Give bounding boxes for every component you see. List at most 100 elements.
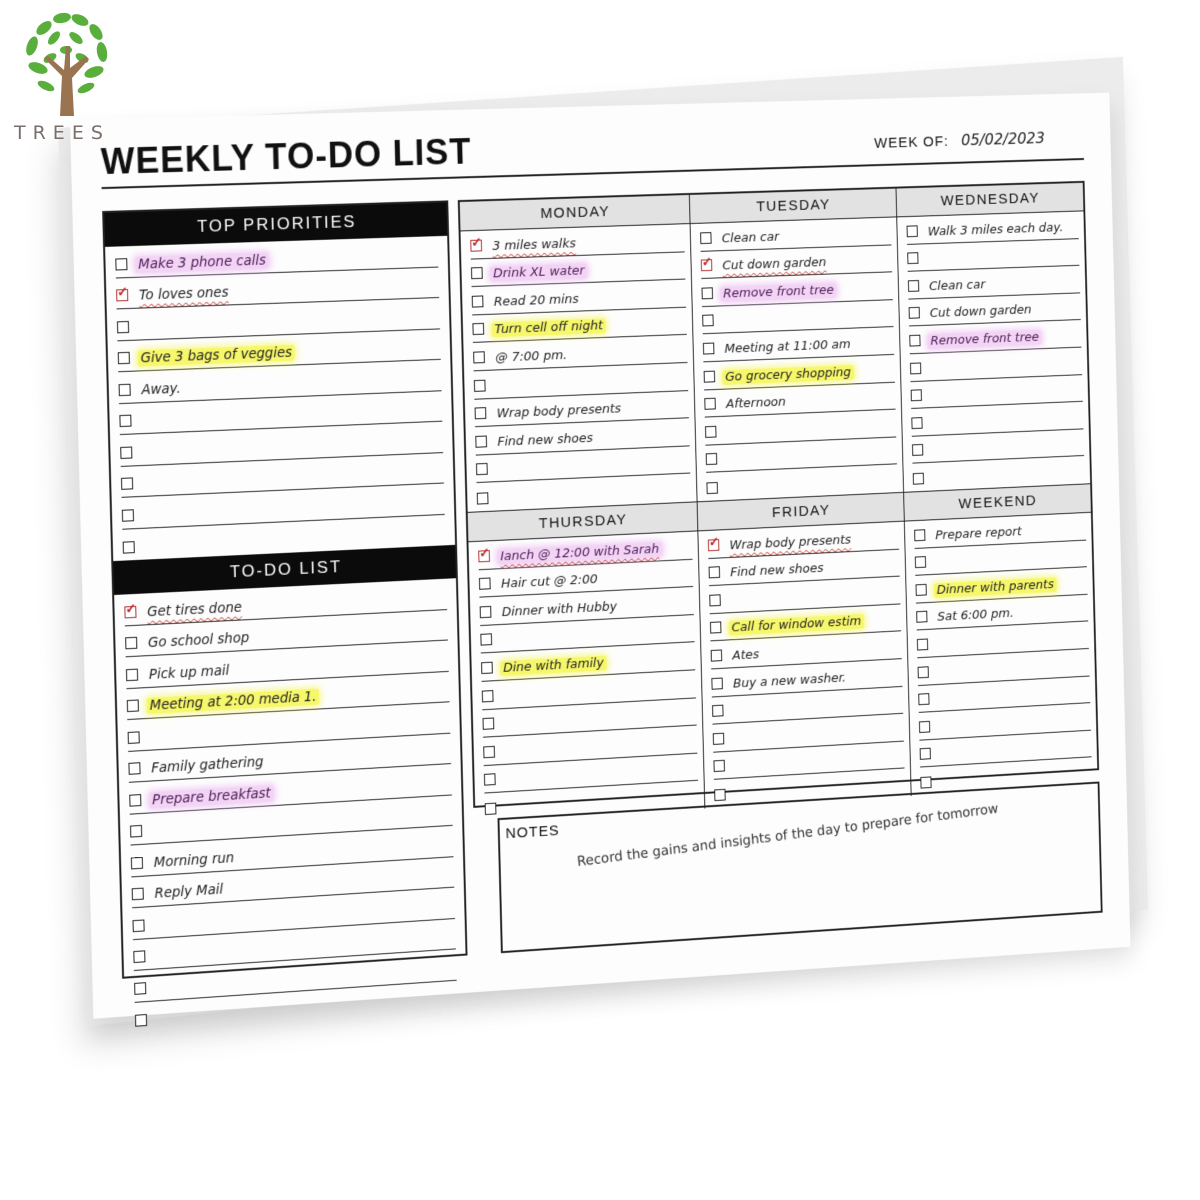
checkbox-icon[interactable]: [120, 446, 133, 459]
checkbox-icon[interactable]: [128, 762, 141, 775]
checkbox-checked-icon[interactable]: [470, 239, 483, 252]
list-item-text[interactable]: Remove front tree: [720, 282, 837, 302]
checkbox-icon[interactable]: [476, 492, 489, 505]
list-item-text[interactable]: Afternoon: [723, 395, 789, 412]
checkbox-icon[interactable]: [705, 453, 718, 466]
checkbox-icon[interactable]: [914, 528, 926, 541]
checkbox-icon[interactable]: [134, 981, 147, 995]
list-item-text[interactable]: Go grocery shopping: [722, 364, 854, 385]
checkbox-icon[interactable]: [115, 257, 128, 271]
checkbox-icon[interactable]: [704, 397, 716, 410]
checkbox-icon[interactable]: [906, 224, 918, 237]
checkbox-icon[interactable]: [472, 323, 485, 336]
checkbox-icon[interactable]: [912, 472, 925, 485]
list-item-text[interactable]: Find new shoes: [494, 431, 595, 450]
checkbox-icon[interactable]: [127, 730, 140, 744]
list-item-text[interactable]: Reply Mail: [151, 881, 226, 902]
checkbox-icon[interactable]: [133, 950, 146, 964]
list-item-text[interactable]: Give 3 bags of veggies: [137, 344, 295, 367]
checkbox-icon[interactable]: [709, 621, 722, 634]
checkbox-icon[interactable]: [117, 351, 130, 365]
checkbox-icon[interactable]: [482, 717, 495, 730]
list-item-text[interactable]: Clean car: [719, 229, 782, 246]
list-item-text[interactable]: Remove front tree: [927, 330, 1042, 349]
checkbox-icon[interactable]: [481, 661, 493, 674]
list-item-text[interactable]: Cut down garden: [719, 255, 829, 274]
list-item-text[interactable]: To loves ones: [136, 285, 232, 304]
checkbox-icon[interactable]: [911, 416, 923, 429]
checkbox-icon[interactable]: [480, 633, 493, 646]
checkbox-icon[interactable]: [710, 649, 723, 662]
checkbox-icon[interactable]: [714, 788, 726, 801]
checkbox-icon[interactable]: [700, 231, 712, 244]
checkbox-icon[interactable]: [470, 267, 483, 280]
checkbox-icon[interactable]: [706, 481, 718, 495]
checkbox-icon[interactable]: [713, 760, 725, 773]
list-item-text[interactable]: Wrap body presents: [727, 532, 854, 553]
checkbox-icon[interactable]: [473, 351, 485, 364]
list-item-text[interactable]: Dinner with Hubby: [499, 599, 620, 620]
checkbox-icon[interactable]: [471, 295, 484, 308]
checkbox-icon[interactable]: [916, 610, 928, 624]
checkbox-icon[interactable]: [132, 918, 145, 932]
checkbox-icon[interactable]: [473, 379, 486, 392]
list-item-text[interactable]: Ianch @ 12:00 with Sarah: [497, 541, 663, 564]
checkbox-icon[interactable]: [712, 704, 724, 717]
list-item-text[interactable]: Family gathering: [148, 754, 267, 777]
checkbox-icon[interactable]: [920, 776, 932, 789]
checkbox-icon[interactable]: [708, 566, 721, 579]
checkbox-icon[interactable]: [711, 677, 723, 690]
list-item-text[interactable]: Dine with family: [500, 655, 607, 676]
checkbox-icon[interactable]: [475, 435, 488, 448]
checkbox-icon[interactable]: [116, 320, 130, 333]
list-item-text[interactable]: Pick up mail: [146, 662, 233, 682]
checkbox-icon[interactable]: [121, 508, 134, 522]
checkbox-icon[interactable]: [118, 383, 131, 396]
checkbox-icon[interactable]: [917, 665, 929, 678]
checkbox-icon[interactable]: [910, 389, 922, 402]
list-item-text[interactable]: Read 20 mins: [491, 292, 582, 310]
checkbox-icon[interactable]: [484, 802, 497, 815]
list-item-text[interactable]: Drink XL water: [490, 263, 588, 282]
week-of-value[interactable]: 05/02/2023: [961, 129, 1045, 150]
checkbox-checked-icon[interactable]: [707, 538, 720, 551]
list-item-text[interactable]: Away.: [138, 380, 184, 398]
checkbox-icon[interactable]: [702, 342, 715, 355]
list-item-text[interactable]: Buy a new washer.: [730, 670, 849, 691]
list-item-text[interactable]: Clean car: [926, 277, 988, 294]
list-item-text[interactable]: Sat 6:00 pm.: [934, 606, 1016, 625]
checkbox-icon[interactable]: [130, 856, 144, 869]
checkbox-icon[interactable]: [481, 689, 494, 702]
list-item-text[interactable]: Turn cell off night: [491, 318, 606, 338]
checkbox-icon[interactable]: [918, 720, 931, 733]
checkbox-icon[interactable]: [703, 370, 716, 383]
list-item-text[interactable]: Prepare breakfast: [148, 784, 274, 809]
checkbox-icon[interactable]: [125, 636, 138, 650]
checkbox-icon[interactable]: [709, 594, 721, 607]
list-item-text[interactable]: Walk 3 miles each day.: [925, 220, 1066, 239]
checkbox-icon[interactable]: [131, 887, 144, 901]
checkbox-checked-icon[interactable]: [478, 549, 490, 562]
checkbox-icon[interactable]: [908, 307, 920, 320]
checkbox-icon[interactable]: [909, 362, 922, 374]
checkbox-icon[interactable]: [125, 668, 139, 681]
list-item-text[interactable]: Wrap body presents: [494, 402, 624, 422]
list-item-text[interactable]: @ 7:00 pm.: [492, 348, 570, 366]
list-item-text[interactable]: 3 miles walks: [489, 236, 578, 254]
list-item-text[interactable]: Ates: [729, 647, 762, 663]
list-item-text[interactable]: Cut down garden: [927, 303, 1035, 321]
checkbox-checked-icon[interactable]: [124, 605, 137, 618]
list-item-text[interactable]: Call for window estim: [728, 614, 865, 636]
checkbox-icon[interactable]: [474, 407, 487, 420]
list-item-text[interactable]: Make 3 phone calls: [135, 252, 269, 273]
checkbox-icon[interactable]: [915, 583, 927, 596]
checkbox-icon[interactable]: [912, 444, 924, 457]
checkbox-icon[interactable]: [121, 477, 134, 490]
list-item-text[interactable]: Meeting at 11:00 am: [722, 337, 854, 357]
checkbox-icon[interactable]: [701, 287, 714, 300]
checkbox-icon[interactable]: [126, 699, 139, 713]
list-item-text[interactable]: Prepare report: [932, 524, 1024, 543]
checkbox-icon[interactable]: [122, 541, 135, 554]
checkbox-icon[interactable]: [705, 425, 717, 438]
list-item-text[interactable]: Hair cut @ 2:00: [498, 572, 601, 592]
